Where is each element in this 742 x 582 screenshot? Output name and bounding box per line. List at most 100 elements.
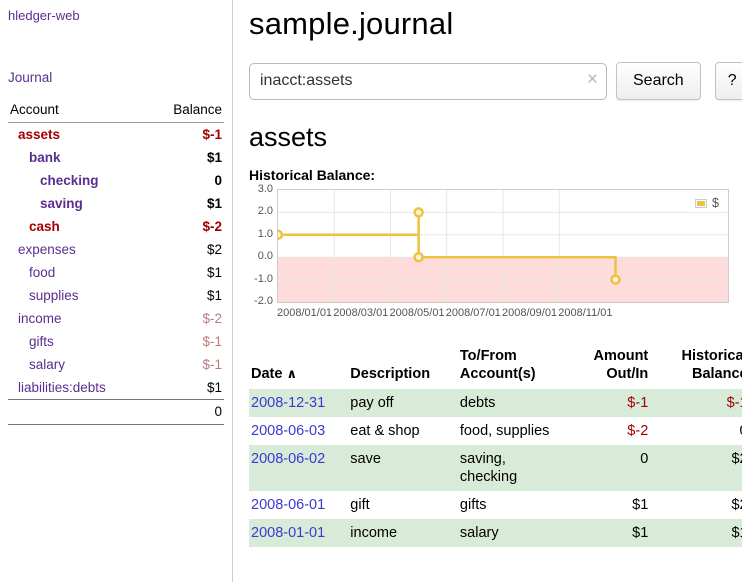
account-balance: $1 <box>148 146 224 169</box>
account-link[interactable]: liabilities:debts <box>18 380 106 395</box>
transaction-date-link[interactable]: 2008-06-02 <box>251 451 325 467</box>
account-balance: $-2 <box>148 307 224 330</box>
transaction-date-link[interactable]: 2008-01-01 <box>251 525 325 541</box>
accounts-header-row: Account Balance <box>8 99 224 123</box>
account-link[interactable]: supplies <box>29 288 79 303</box>
column-header-balance: Historical Balance <box>650 345 742 389</box>
register-row: 2008-06-03 eat & shop food, supplies $-2… <box>249 417 742 445</box>
account-link[interactable]: cash <box>29 219 60 234</box>
sort-ascending-icon: ∧ <box>286 366 297 381</box>
column-header-accounts: To/From Account(s) <box>458 345 561 389</box>
register-table: Date ∧ Description To/From Account(s) Am… <box>249 345 742 547</box>
sidebar-item-journal[interactable]: Journal <box>8 70 224 85</box>
x-axis-tick-label: 2008/05/01 <box>390 307 445 319</box>
clear-search-icon[interactable]: × <box>587 69 598 91</box>
account-link[interactable]: checking <box>40 173 99 188</box>
page-title: sample.journal <box>249 6 742 42</box>
help-button[interactable]: ? <box>715 62 742 100</box>
accounts-table: Account Balance assets $-1 ban <box>8 99 224 425</box>
search-button[interactable]: Search <box>616 62 701 100</box>
search-input-wrap: × <box>249 63 607 100</box>
chart-x-axis: 2008/01/012008/03/012008/05/012008/07/01… <box>277 307 729 323</box>
transaction-date-link[interactable]: 2008-12-31 <box>251 395 325 411</box>
account-row: liabilities:debts $1 <box>8 376 224 400</box>
legend-color-swatch <box>695 199 707 208</box>
account-link[interactable]: income <box>18 311 62 326</box>
register-row: 2008-06-02 save saving, checking 0 $2 <box>249 445 742 491</box>
accounts-header-balance: Balance <box>148 99 224 123</box>
account-balance: $1 <box>148 192 224 215</box>
transaction-date-link[interactable]: 2008-06-03 <box>251 423 325 439</box>
transaction-description: income <box>348 519 458 547</box>
y-axis-tick-label: 2.0 <box>258 205 273 217</box>
y-axis-tick-label: 1.0 <box>258 228 273 240</box>
hledger-web-app: hledger-web Journal Account Balance asse… <box>0 0 742 582</box>
y-axis-tick-label: 3.0 <box>258 183 273 195</box>
account-balance: $-1 <box>148 330 224 353</box>
x-axis-tick-label: 2008/03/01 <box>333 307 388 319</box>
account-balance: 0 <box>148 169 224 192</box>
account-link[interactable]: gifts <box>29 334 54 349</box>
transaction-amount: $1 <box>561 519 650 547</box>
historical-balance-chart: 3.02.01.00.0-1.0-2.0 $ 2008/01/012008/03… <box>249 189 733 327</box>
register-row: 2008-12-31 pay off debts $-1 $-1 <box>249 389 742 417</box>
account-row: salary $-1 <box>8 353 224 376</box>
account-link[interactable]: assets <box>18 127 60 142</box>
y-axis-tick-label: -1.0 <box>254 273 273 285</box>
chart-svg <box>278 190 728 302</box>
account-link[interactable]: bank <box>29 150 61 165</box>
transaction-description: eat & shop <box>348 417 458 445</box>
transaction-balance: $1 <box>650 519 742 547</box>
x-axis-tick-label: 2008/07/01 <box>446 307 501 319</box>
column-header-date[interactable]: Date ∧ <box>249 345 348 389</box>
account-balance: $1 <box>148 376 224 400</box>
column-header-amount: Amount Out/In <box>561 345 650 389</box>
account-balance: $2 <box>148 238 224 261</box>
account-link[interactable]: saving <box>40 196 83 211</box>
account-row: checking 0 <box>8 169 224 192</box>
account-balance: $-1 <box>148 353 224 376</box>
chart-plot-area <box>277 189 729 303</box>
account-row: gifts $-1 <box>8 330 224 353</box>
transaction-amount: 0 <box>561 445 650 491</box>
account-row: food $1 <box>8 261 224 284</box>
transaction-description: save <box>348 445 458 491</box>
chart-title: Historical Balance: <box>249 167 742 183</box>
transaction-accounts: gifts <box>458 491 561 519</box>
account-link[interactable]: expenses <box>18 242 76 257</box>
register-header-row: Date ∧ Description To/From Account(s) Am… <box>249 345 742 389</box>
x-axis-tick-label: 2008/11/01 <box>558 307 612 319</box>
transaction-balance: $2 <box>650 491 742 519</box>
account-balance: $1 <box>148 261 224 284</box>
transaction-balance: $-1 <box>650 389 742 417</box>
transaction-description: gift <box>348 491 458 519</box>
search-bar: × Search ? <box>249 62 742 100</box>
transaction-accounts: salary <box>458 519 561 547</box>
y-axis-tick-label: -2.0 <box>254 295 273 307</box>
account-row: supplies $1 <box>8 284 224 307</box>
accounts-header-account: Account <box>8 99 148 123</box>
account-link[interactable]: food <box>29 265 55 280</box>
date-header-label: Date <box>251 366 282 382</box>
app-title-link[interactable]: hledger-web <box>8 8 224 23</box>
x-axis-tick-label: 2008/01/01 <box>277 307 332 319</box>
register-row: 2008-01-01 income salary $1 $1 <box>249 519 742 547</box>
register-row: 2008-06-01 gift gifts $1 $2 <box>249 491 742 519</box>
accounts-total-balance: 0 <box>148 400 224 425</box>
column-header-description: Description <box>348 345 458 389</box>
transaction-accounts: saving, checking <box>458 445 561 491</box>
account-balance: $-2 <box>148 215 224 238</box>
account-row: cash $-2 <box>8 215 224 238</box>
account-row: income $-2 <box>8 307 224 330</box>
search-input[interactable] <box>249 63 607 100</box>
transaction-date-link[interactable]: 2008-06-01 <box>251 497 325 513</box>
account-row: expenses $2 <box>8 238 224 261</box>
y-axis-tick-label: 0.0 <box>258 250 273 262</box>
account-balance: $1 <box>148 284 224 307</box>
account-link[interactable]: salary <box>29 357 65 372</box>
legend-label: $ <box>712 196 719 210</box>
sidebar: hledger-web Journal Account Balance asse… <box>0 0 233 582</box>
account-row: assets $-1 <box>8 123 224 147</box>
account-row: bank $1 <box>8 146 224 169</box>
main-content: sample.journal × Search ? assets Histori… <box>233 0 742 582</box>
